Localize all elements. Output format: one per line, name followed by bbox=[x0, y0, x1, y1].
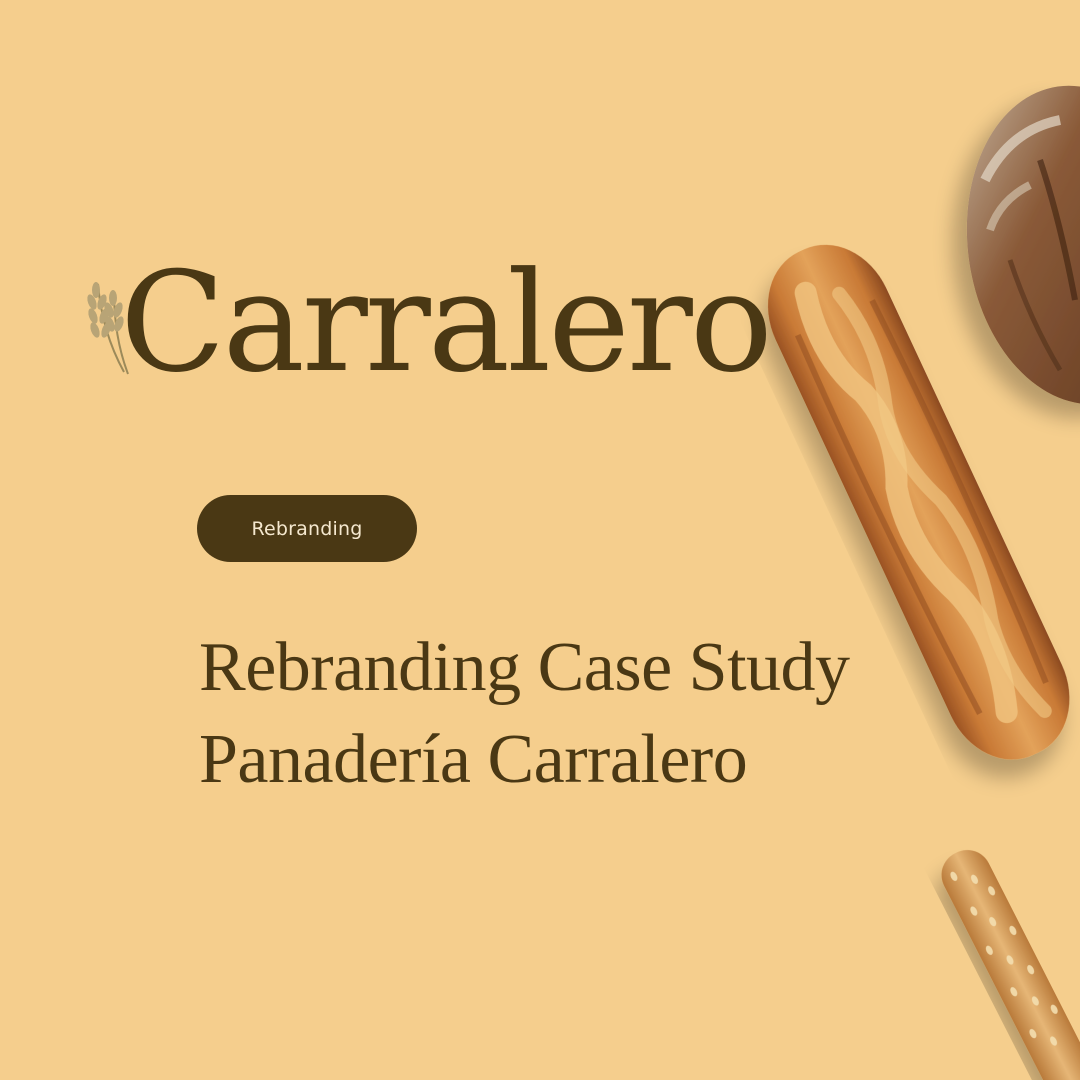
brand-logo: Carralero bbox=[84, 248, 773, 398]
headline-line-2: Panadería Carralero bbox=[199, 721, 748, 798]
bread-illustrations bbox=[767, 85, 1080, 1080]
sesame-breadstick-image bbox=[941, 850, 1080, 1080]
headline: Rebranding Case Study Panadería Carraler… bbox=[199, 622, 850, 806]
category-tag[interactable]: Rebranding bbox=[197, 495, 417, 562]
brand-wordmark: Carralero bbox=[120, 242, 773, 403]
headline-line-1: Rebranding Case Study bbox=[199, 629, 850, 706]
sourdough-loaf-image bbox=[966, 85, 1080, 405]
slide-canvas: Carralero Rebranding Rebranding Case Stu… bbox=[0, 0, 1080, 1080]
